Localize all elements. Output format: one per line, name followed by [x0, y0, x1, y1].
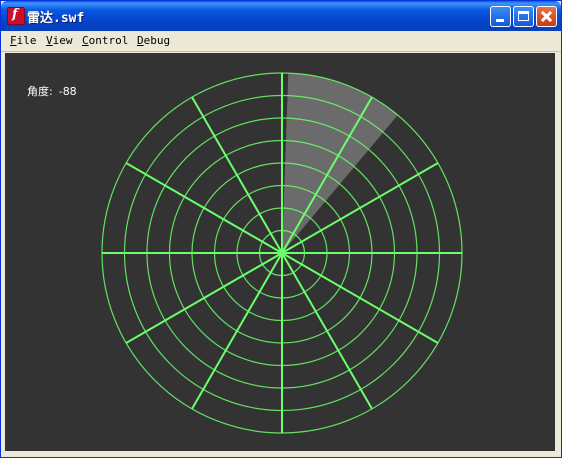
title-bar[interactable]: f 雷达.swf: [1, 1, 561, 31]
minimize-button[interactable]: [490, 6, 511, 27]
radar-sweep: [282, 73, 398, 253]
app-window: f 雷达.swf File View Control Debug 角度: -88: [0, 0, 562, 458]
radar-spoke: [191, 252, 283, 410]
close-button[interactable]: [536, 6, 557, 27]
radar-spoke: [281, 252, 373, 410]
menu-bar: File View Control Debug: [1, 31, 561, 52]
radar-spoke: [125, 162, 283, 254]
flash-player-icon[interactable]: f: [7, 7, 25, 25]
maximize-button[interactable]: [513, 6, 534, 27]
menu-file[interactable]: File: [10, 34, 37, 47]
radar-spoke: [125, 252, 283, 344]
flash-stage[interactable]: 角度: -88: [5, 53, 555, 451]
radar-display: [101, 72, 463, 434]
maximize-icon: [518, 11, 529, 21]
menu-view[interactable]: View: [46, 34, 73, 47]
menu-debug[interactable]: Debug: [137, 34, 170, 47]
angle-label: 角度:: [27, 85, 53, 98]
minimize-icon: [496, 19, 504, 22]
window-title: 雷达.swf: [27, 11, 85, 26]
radar-spoke: [191, 96, 283, 254]
angle-value: -88: [58, 85, 77, 98]
close-icon: [537, 7, 556, 26]
angle-readout: 角度: -88: [27, 83, 77, 99]
radar-spoke: [281, 252, 439, 344]
menu-control[interactable]: Control: [82, 34, 128, 47]
